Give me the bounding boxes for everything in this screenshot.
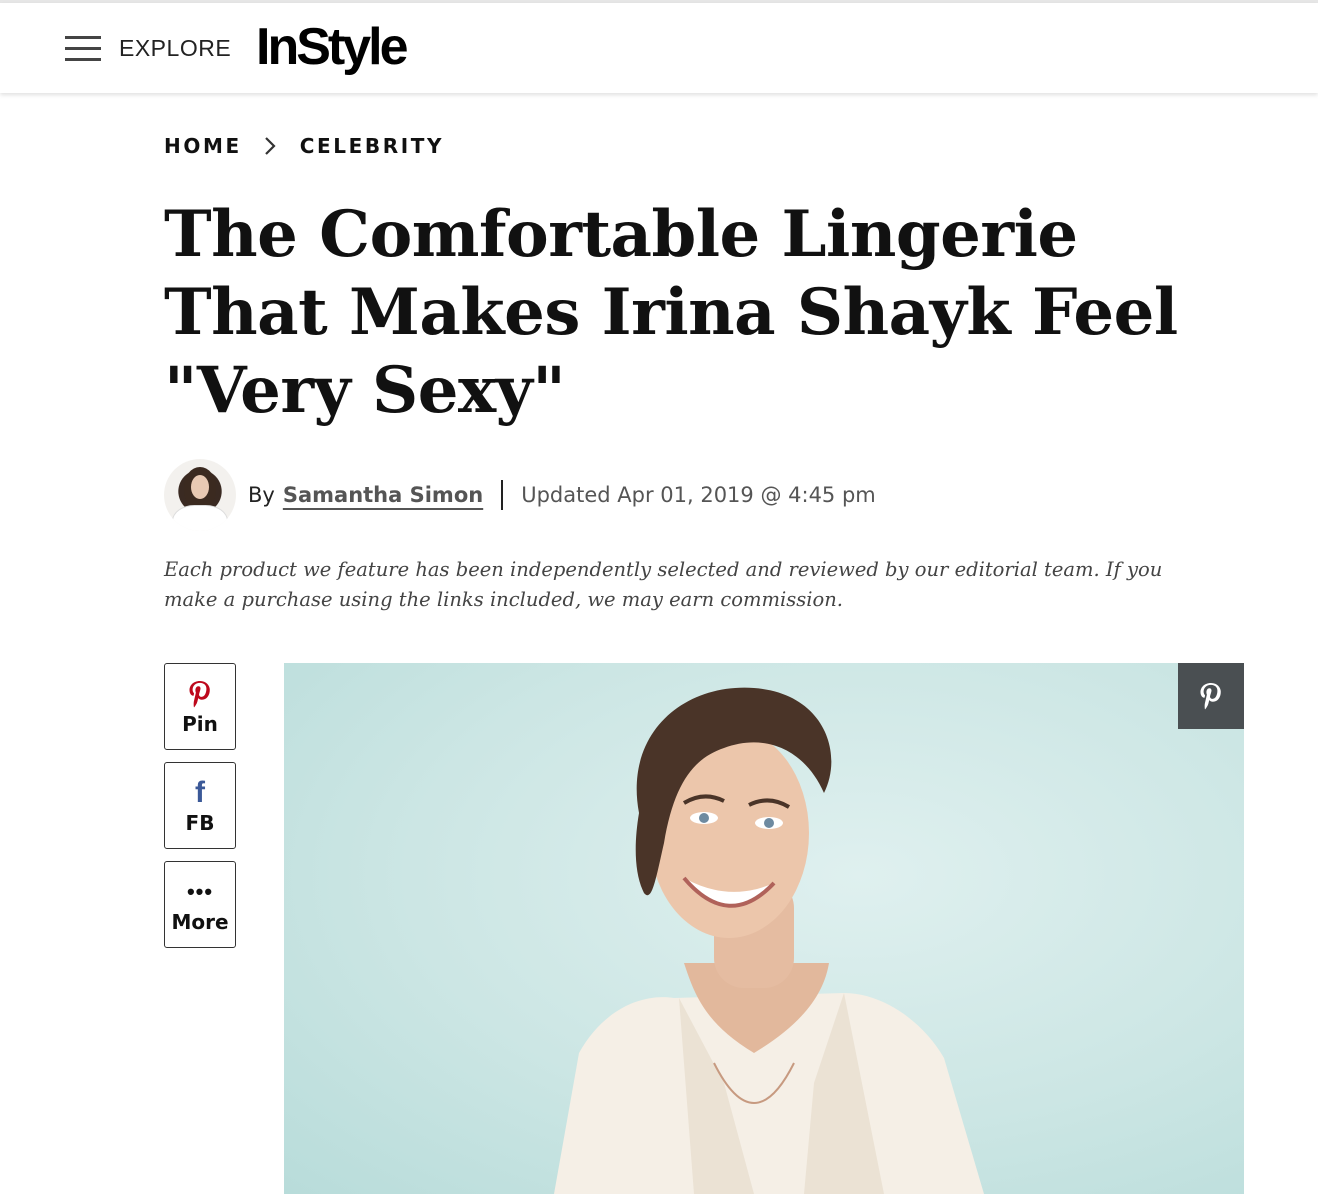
article-headline: The Comfortable Lingerie That Makes Irin… (164, 197, 1178, 428)
facebook-icon: f (195, 775, 205, 809)
share-pin-button[interactable]: Pin (164, 663, 236, 750)
share-facebook-button[interactable]: f FB (164, 762, 236, 849)
affiliate-disclaimer: Each product we feature has been indepen… (164, 558, 1163, 611)
hero-photo-illustration (554, 687, 984, 1194)
explore-menu-link[interactable]: EXPLORE (119, 35, 231, 62)
pinterest-icon (187, 678, 213, 710)
share-more-button[interactable]: ••• More (164, 861, 236, 948)
pinterest-icon (1200, 683, 1221, 710)
hero-image (284, 663, 1244, 1194)
ellipsis-icon: ••• (186, 878, 214, 904)
site-header: EXPLORE InStyle (0, 3, 1318, 93)
breadcrumb-home[interactable]: HOME (164, 134, 242, 158)
more-label: More (171, 909, 229, 934)
site-logo[interactable]: InStyle (256, 17, 408, 77)
author-avatar[interactable] (164, 459, 236, 531)
breadcrumb-celebrity[interactable]: CELEBRITY (300, 134, 444, 158)
hero-pin-button[interactable] (1178, 663, 1244, 729)
breadcrumb: HOME CELEBRITY (164, 134, 444, 158)
pin-label: Pin (182, 711, 218, 736)
byline: By Samantha Simon Updated Apr 01, 2019 @… (164, 459, 876, 531)
author-link[interactable]: Samantha Simon (283, 483, 483, 507)
fb-label: FB (185, 810, 215, 835)
hamburger-icon[interactable] (65, 36, 101, 62)
by-prefix: By (248, 483, 275, 507)
updated-date: Updated Apr 01, 2019 @ 4:45 pm (521, 483, 876, 507)
chevron-right-icon (264, 137, 276, 155)
byline-divider (501, 480, 504, 510)
